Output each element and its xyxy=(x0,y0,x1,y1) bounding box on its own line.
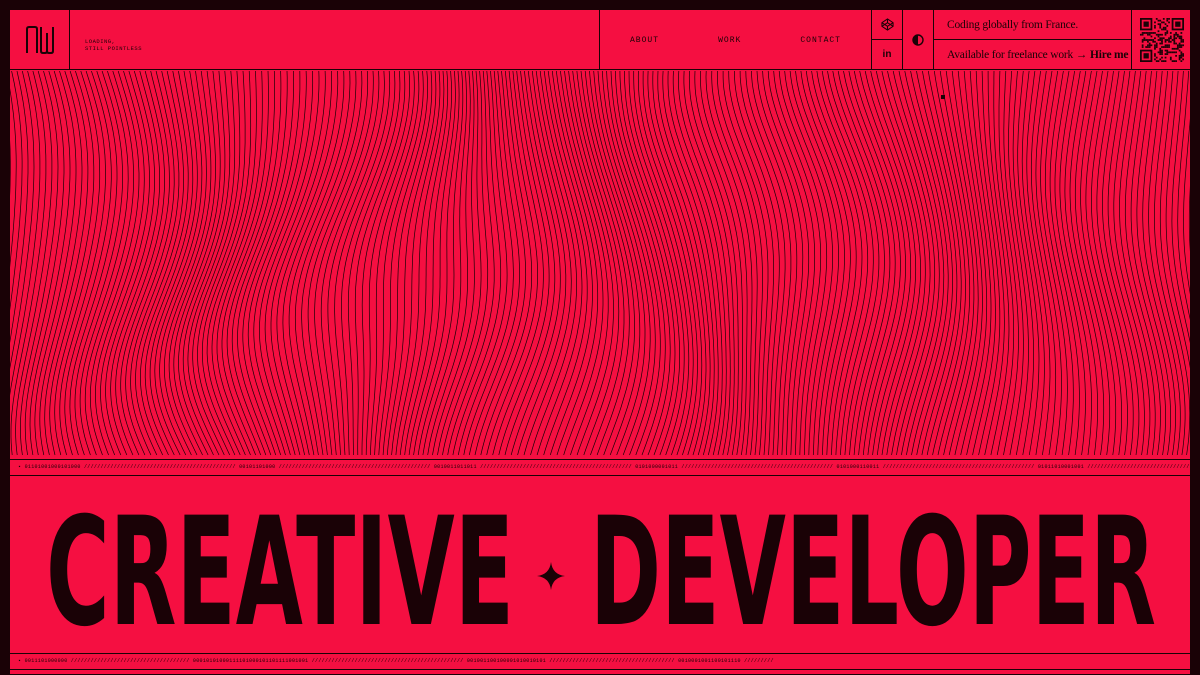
loading-text: LOADING, STILL POINTLESS xyxy=(85,38,143,52)
social-column: in xyxy=(872,10,903,69)
availability-info: Coding globally from France. Available f… xyxy=(934,10,1132,70)
sparkle-icon xyxy=(537,562,565,590)
contrast-icon xyxy=(912,33,924,46)
wave-lines-artwork xyxy=(10,71,1190,459)
nw-logo-icon xyxy=(25,26,54,54)
location-text: Coding globally from France. xyxy=(934,10,1131,40)
availability-label: Available for freelance work → xyxy=(947,49,1088,61)
hire-me-link[interactable]: Hire me xyxy=(1090,49,1129,61)
cursor-dot xyxy=(941,95,945,99)
wave-lines-graphic xyxy=(10,71,1190,456)
binary-ticker-bottom: ▪ 0011101000000 ////////////////////////… xyxy=(10,653,1190,670)
page-frame: LOADING, STILL POINTLESS ABOUT WORK CONT… xyxy=(9,9,1191,675)
availability-row: Available for freelance work → Hire me xyxy=(934,40,1131,70)
linkedin-icon: in xyxy=(882,48,892,60)
codepen-link[interactable] xyxy=(872,10,902,40)
hero-word-creative: CREATIVE xyxy=(46,486,514,653)
nav-work[interactable]: WORK xyxy=(718,36,741,45)
nav-about[interactable]: ABOUT xyxy=(630,36,659,45)
binary-ticker-top: ▪ 01101001000101000 ////////////////////… xyxy=(10,459,1190,476)
social-icons: in xyxy=(872,10,934,69)
main-nav: ABOUT WORK CONTACT xyxy=(600,10,872,70)
theme-column xyxy=(903,10,933,69)
codepen-icon xyxy=(880,18,894,31)
linkedin-link[interactable]: in xyxy=(872,40,902,69)
header: LOADING, STILL POINTLESS ABOUT WORK CONT… xyxy=(10,10,1190,70)
loading-status: LOADING, STILL POINTLESS xyxy=(70,10,600,70)
hero-title-graphic: CREATIVE DEVELOPER xyxy=(46,486,1156,653)
hero-word-developer: DEVELOPER xyxy=(590,486,1156,653)
logo[interactable] xyxy=(10,10,70,70)
qr-code[interactable] xyxy=(1132,10,1190,70)
location-label: Coding globally from France. xyxy=(947,18,1079,31)
nav-contact[interactable]: CONTACT xyxy=(800,36,841,45)
theme-toggle[interactable] xyxy=(903,10,933,69)
hero-title: CREATIVE DEVELOPER xyxy=(10,476,1190,653)
qr-code-icon xyxy=(1140,18,1184,62)
